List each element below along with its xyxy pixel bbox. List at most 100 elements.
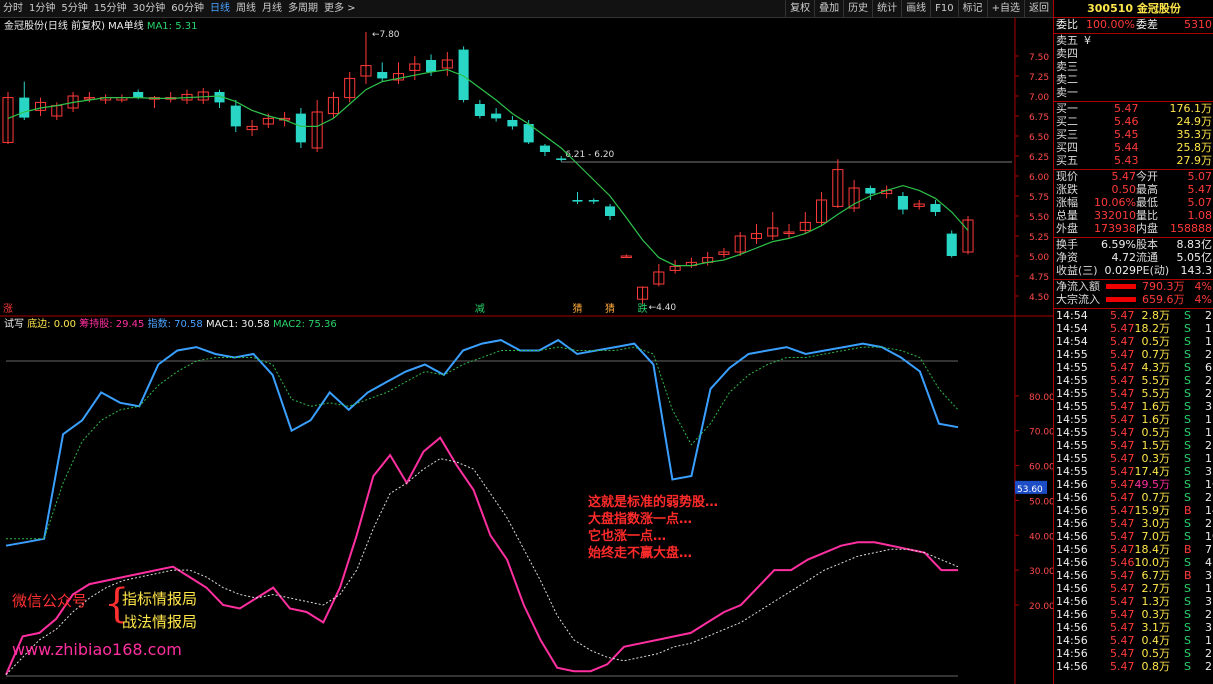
tick-time: 14:54 <box>1056 309 1088 322</box>
period-tab[interactable]: 更多 > <box>321 0 359 17</box>
tick-side: S <box>1184 595 1191 608</box>
buy-orders: 买一 5.47 176.1万 买二 5.46 24.9万 买三 5.45 35.3万 买四 5.44… <box>1054 102 1213 167</box>
ind-index: 指数: 70.58 <box>147 319 203 330</box>
period-tab[interactable]: 1分钟 <box>26 0 58 17</box>
stat-value: 5.05亿 <box>1176 251 1213 264</box>
tick-volume: 0.3万 <box>1141 608 1171 621</box>
signal-marker: 减 <box>475 303 485 315</box>
price-tick-label: 4.75 <box>1029 273 1049 283</box>
tick-side: S <box>1184 491 1191 504</box>
toolbar-button[interactable]: 标记 <box>957 0 987 17</box>
chart-area[interactable]: 7.50 7.25 7.00 6.75 6.50 6.25 6.00 5.75 5.50 5.25… <box>0 18 1053 684</box>
tick-row: 14:56 5.47 3.1万 S 3 <box>1054 621 1213 634</box>
tick-time: 14:55 <box>1056 374 1088 387</box>
tick-volume: 7.0万 <box>1141 530 1171 543</box>
stat-row: 净资 4.72 流通 5.05亿 <box>1054 251 1213 264</box>
ind-mac2: MAC2: 75.36 <box>272 319 337 330</box>
price-tick-label: 6.25 <box>1029 153 1049 163</box>
price-tick-label: 4.50 <box>1029 293 1049 303</box>
ind-hold: 筹持股: 29.45 <box>79 319 145 330</box>
quote-value: 332010 <box>1094 209 1136 222</box>
tick-row: 14:55 5.47 1.5万 S 2 <box>1054 439 1213 452</box>
tick-count: 2 <box>1205 608 1212 621</box>
order-price: 5.43 <box>1114 154 1139 167</box>
annotation-line: 始终走不赢大盘… <box>588 546 693 561</box>
tick-time: 14:56 <box>1056 543 1088 556</box>
period-tab[interactable]: 周线 <box>233 0 259 17</box>
period-tab[interactable]: 30分钟 <box>129 0 168 17</box>
tick-time: 14:55 <box>1056 361 1088 374</box>
period-tab[interactable]: 多周期 <box>285 0 321 17</box>
price-tick-label: 5.50 <box>1029 213 1049 223</box>
period-tab[interactable]: 60分钟 <box>168 0 207 17</box>
tick-row: 14:54 5.4718.2万 S 13 <box>1054 322 1213 335</box>
toolbar-button[interactable]: F10 <box>930 0 957 17</box>
period-tab[interactable]: 日线 <box>207 0 233 17</box>
tick-volume: 5.5万 <box>1141 374 1171 387</box>
period-tab[interactable]: 15分钟 <box>91 0 130 17</box>
tick-price: 5.46 <box>1110 556 1135 569</box>
ind-marker-label: 53.60 <box>1017 485 1043 495</box>
period-tab[interactable]: 分时 <box>0 0 26 17</box>
tick-volume: 6.7万 <box>1141 569 1171 582</box>
price-tick-label: 7.25 <box>1029 73 1049 83</box>
ind-tick-label: 20.00 <box>1029 602 1053 612</box>
watermark-account: 指标情报局 <box>122 590 198 608</box>
candle-body <box>230 105 241 127</box>
flow-bar <box>1106 297 1136 302</box>
quote-key: 现价 <box>1056 170 1078 183</box>
toolbar-button[interactable]: +自选 <box>986 0 1024 17</box>
period-tab[interactable]: 月线 <box>259 0 285 17</box>
toolbar-button[interactable]: 复权 <box>785 0 814 17</box>
tick-row: 14:55 5.47 1.6万 S 3 <box>1054 400 1213 413</box>
toolbar-button[interactable]: 叠加 <box>814 0 843 17</box>
tick-row: 14:56 5.46 10.0万 S 4 <box>1054 556 1213 569</box>
tick-side: S <box>1184 400 1191 413</box>
order-volume: 27.9万 <box>1176 154 1213 167</box>
tick-row: 14:55 5.47 5.5万 S 2 <box>1054 387 1213 400</box>
stat-key: 换手 <box>1056 238 1078 251</box>
toolbar-button[interactable]: 返回 <box>1024 0 1053 17</box>
tick-price: 5.47 <box>1110 647 1135 660</box>
tick-count: 1 <box>1205 426 1212 439</box>
tick-row: 14:56 5.4749.5万 S 16 <box>1054 478 1213 491</box>
watermark-account: 战法情报局 <box>122 613 198 631</box>
tick-price: 5.47 <box>1110 439 1135 452</box>
tick-side: S <box>1184 309 1191 322</box>
tick-row: 14:55 5.47 0.3万 S 1 <box>1054 452 1213 465</box>
tick-time: 14:56 <box>1056 634 1088 647</box>
candle-body <box>133 92 144 98</box>
ind-bottom: 底边: 0.00 <box>27 319 77 330</box>
diff-label: 委差 <box>1136 18 1158 31</box>
order-label: 卖五 <box>1056 34 1078 47</box>
tick-volume: 0.5万 <box>1141 335 1171 348</box>
tick-time: 14:56 <box>1056 660 1088 673</box>
candle-body <box>556 158 567 160</box>
tick-price: 5.47 <box>1110 309 1135 322</box>
tick-list[interactable]: 14:545.472.8万S214:545.4718.2万S1314:545.4… <box>1054 309 1213 673</box>
tick-time: 14:55 <box>1056 452 1088 465</box>
quote-row: 涨幅 10.06% 最低 5.07 <box>1054 196 1213 209</box>
tick-volume: 18.4万 <box>1134 543 1171 556</box>
tick-count: 3 <box>1205 595 1212 608</box>
kline-chart[interactable]: 7.50 7.25 7.00 6.75 6.50 6.25 6.00 5.75 5.50 5.25… <box>0 18 1053 684</box>
tick-row: 14:56 5.47 2.7万 S 1 <box>1054 582 1213 595</box>
toolbar-button[interactable]: 统计 <box>872 0 901 17</box>
sell-row: 卖一 <box>1054 86 1213 99</box>
tick-row: 14:56 5.47 1.3万 S 3 <box>1054 595 1213 608</box>
quote-row: 涨跌 0.50 最高 5.47 <box>1054 183 1213 196</box>
tick-price: 5.47 <box>1110 400 1135 413</box>
toolbar-button[interactable]: 画线 <box>901 0 930 17</box>
indicator-name[interactable]: 试写 <box>4 319 24 330</box>
quote-value: 5.47 <box>1111 170 1137 183</box>
quote-row: 外盘 173938 内盘 158888 <box>1054 222 1213 235</box>
quote-value: 1.08 <box>1187 209 1213 222</box>
price-tick-label: 7.50 <box>1029 53 1049 63</box>
order-label: 卖二 <box>1056 73 1078 86</box>
toolbar-button[interactable]: 历史 <box>843 0 872 17</box>
order-price: 5.45 <box>1114 128 1139 141</box>
tick-count: 1 <box>1205 335 1212 348</box>
quote-value: 158888 <box>1170 222 1212 235</box>
flow-percent: 4% <box>1194 293 1212 306</box>
period-tab[interactable]: 5分钟 <box>58 0 90 17</box>
